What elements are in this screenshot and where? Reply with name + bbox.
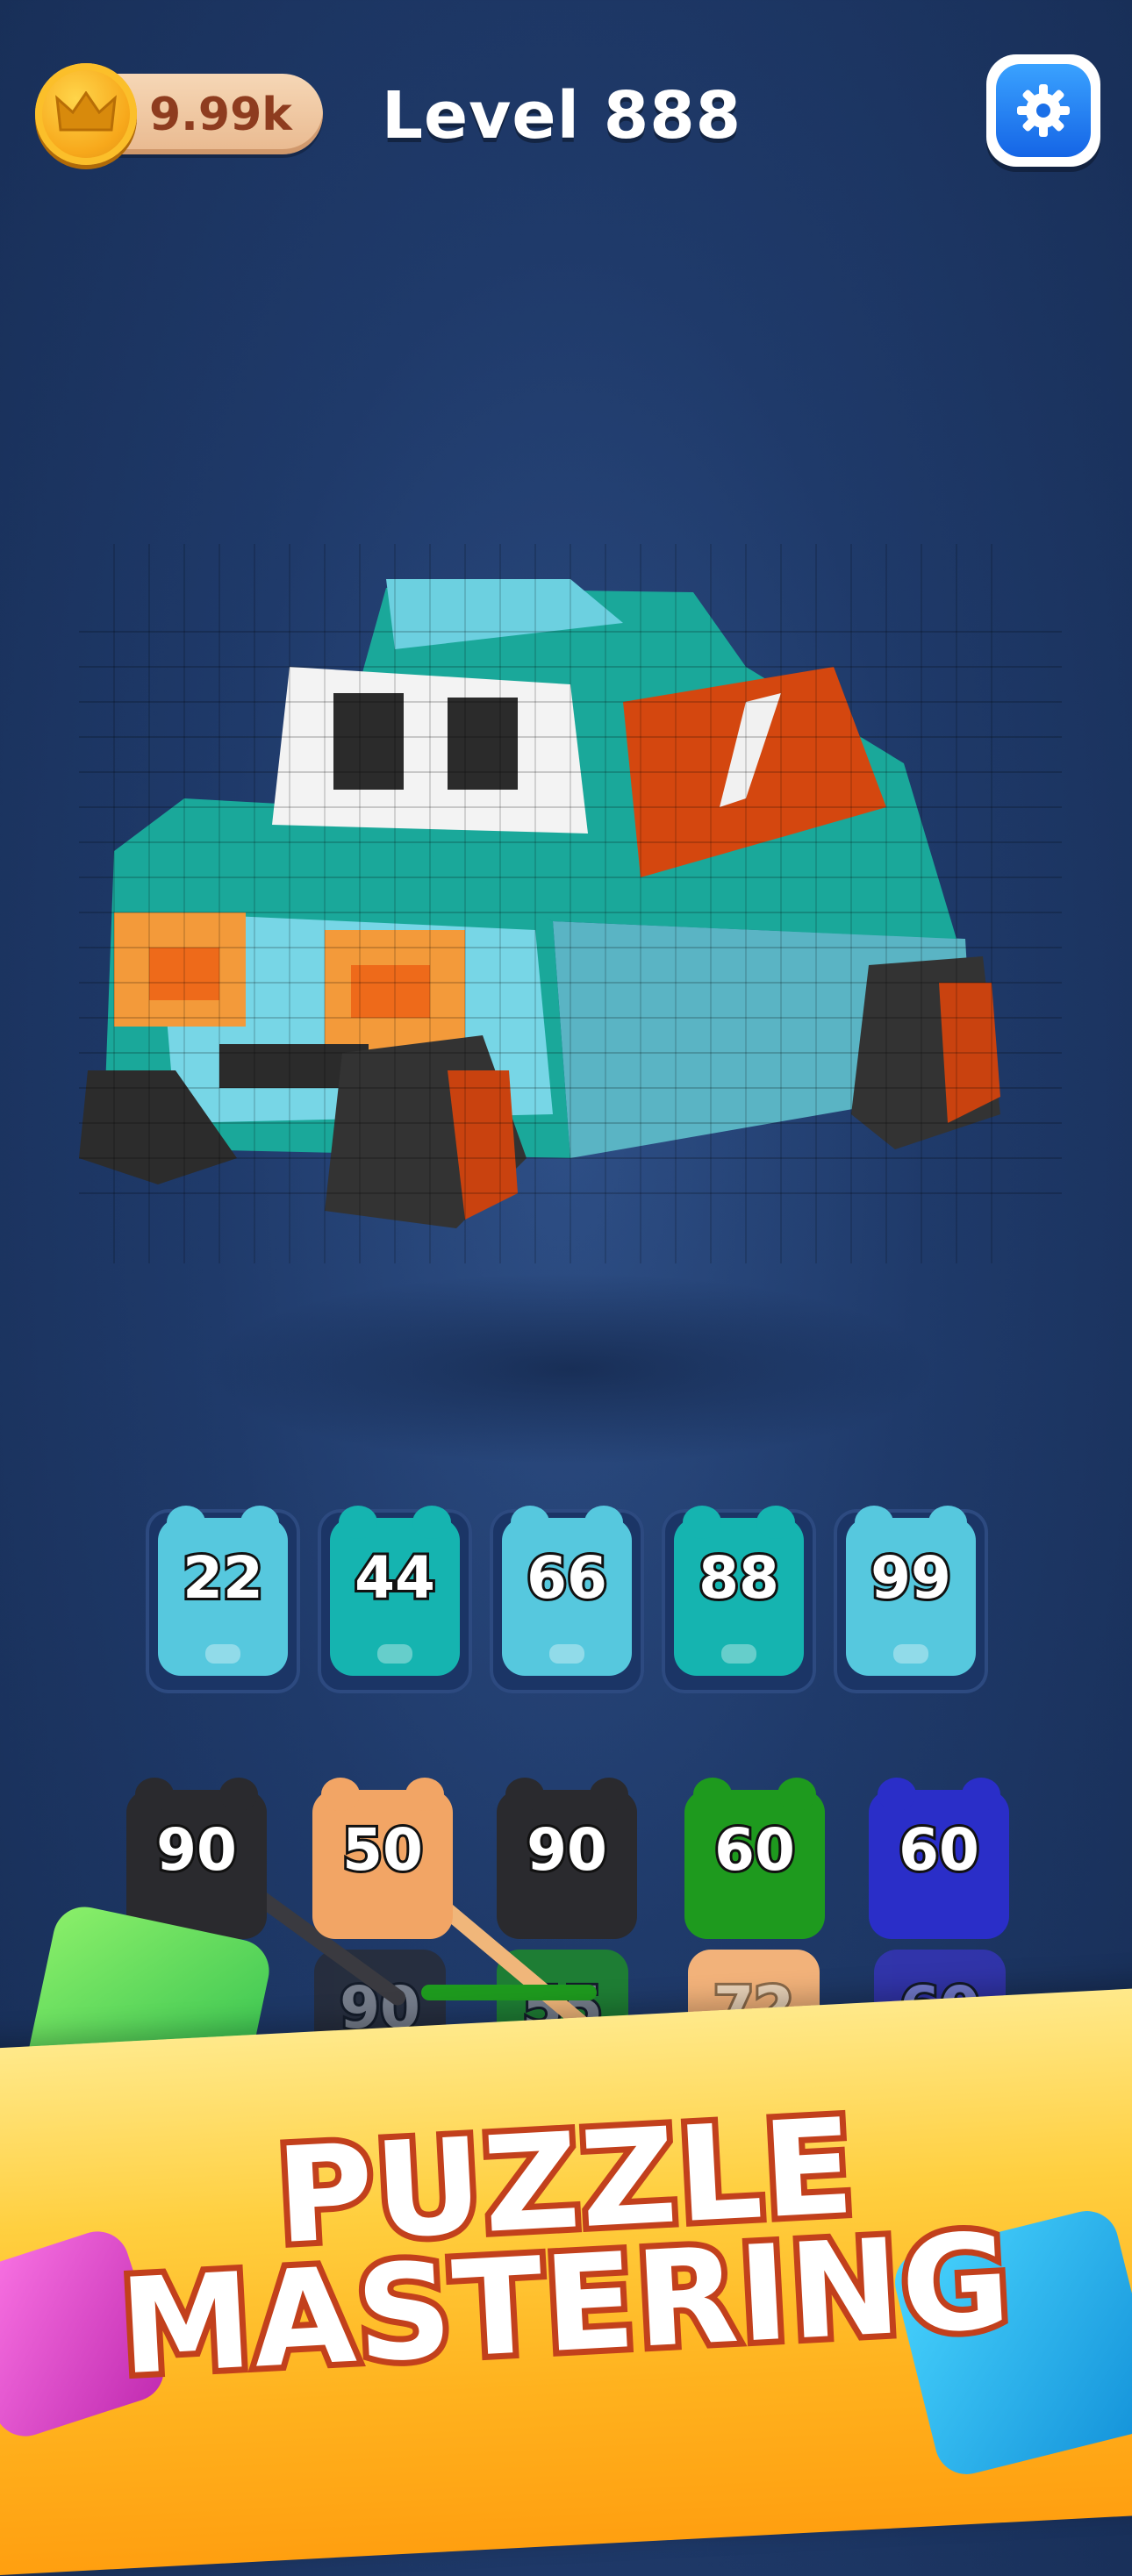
- jar-count: 44: [352, 1542, 438, 1614]
- queue-jar[interactable]: 60: [869, 1778, 1009, 1939]
- car-shadow: [202, 1272, 939, 1465]
- jar-count: 66: [524, 1542, 610, 1614]
- coin-count: 9.99k: [149, 89, 292, 141]
- slot-jar[interactable]: 44: [330, 1506, 460, 1676]
- settings-button[interactable]: [986, 54, 1100, 167]
- crown-coin-icon: [35, 63, 137, 165]
- voxel-car-model[interactable]: [79, 544, 1062, 1263]
- jar-count: 50: [340, 1814, 426, 1886]
- slot-jar[interactable]: 66: [502, 1506, 632, 1676]
- slot-jar[interactable]: 88: [674, 1506, 804, 1676]
- jar-count: 22: [180, 1542, 266, 1614]
- queue-jar[interactable]: 60: [684, 1778, 825, 1939]
- jar-count: 88: [696, 1542, 782, 1614]
- queue-jar[interactable]: 90: [126, 1778, 267, 1939]
- jar-count: 60: [896, 1814, 982, 1886]
- queue-jar[interactable]: 90: [497, 1778, 637, 1939]
- jar-count: 60: [712, 1814, 798, 1886]
- gear-icon: [996, 64, 1091, 157]
- jar-count: 99: [868, 1542, 954, 1614]
- jar-count: 90: [154, 1814, 240, 1886]
- queue-jar[interactable]: 50: [312, 1778, 453, 1939]
- slot-jar[interactable]: 22: [158, 1506, 288, 1676]
- level-title: Level 888: [381, 78, 742, 154]
- slot-jar[interactable]: 99: [846, 1506, 976, 1676]
- jar-count: 90: [524, 1814, 610, 1886]
- link-rope: [421, 1985, 597, 2000]
